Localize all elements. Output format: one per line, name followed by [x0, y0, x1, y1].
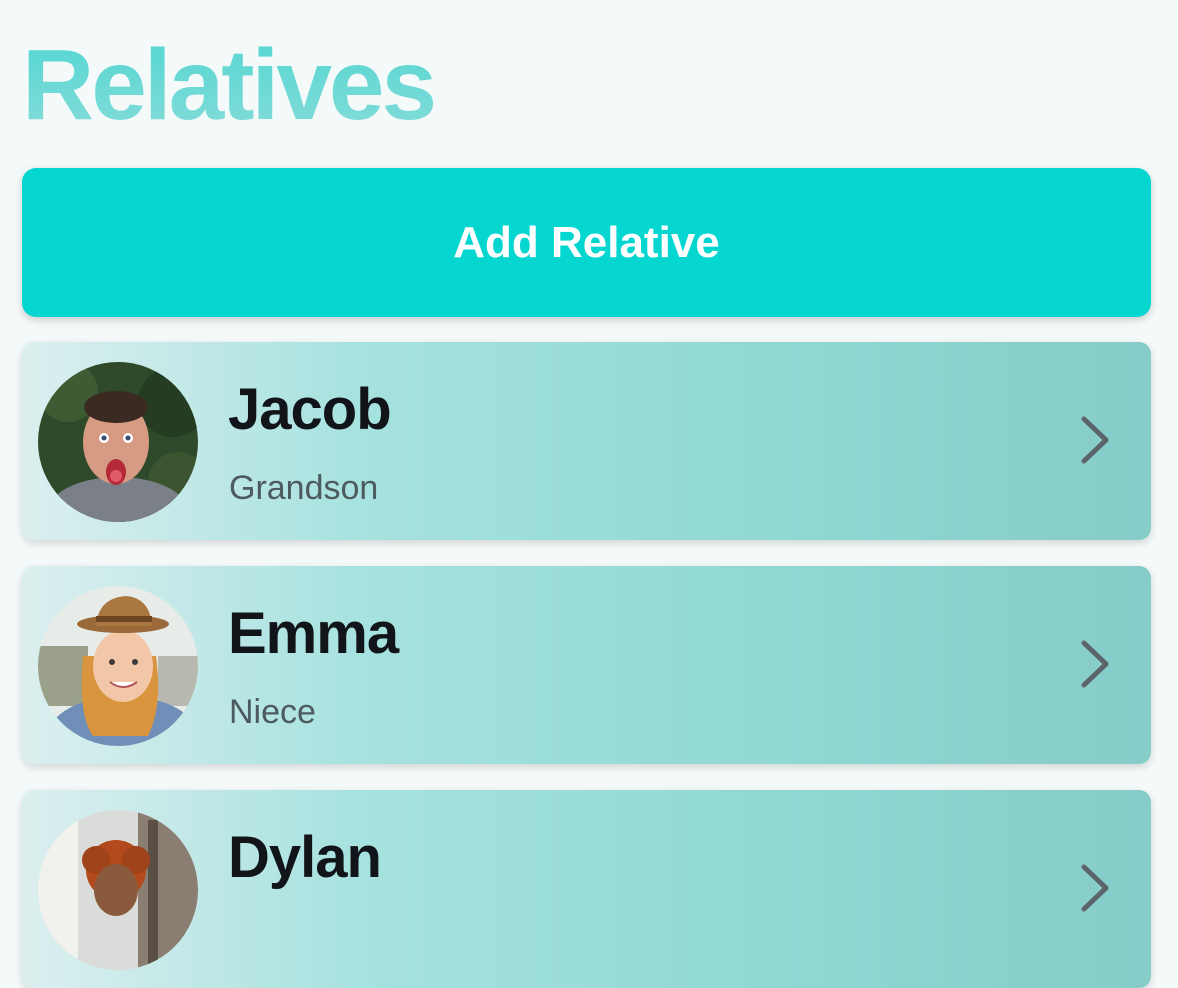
avatar — [38, 586, 198, 746]
chevron-right-icon — [1079, 638, 1111, 695]
chevron-right-icon — [1079, 414, 1111, 471]
relative-card-jacob[interactable]: Jacob Grandson — [22, 342, 1151, 540]
relative-name: Dylan — [228, 825, 382, 890]
avatar — [38, 362, 198, 522]
relative-card-emma[interactable]: Emma Niece — [22, 566, 1151, 764]
relative-relation: Grandson — [229, 469, 379, 507]
relative-card-dylan[interactable]: Dylan — [22, 790, 1151, 988]
relative-name: Jacob — [228, 377, 392, 442]
page-title: Relatives — [22, 29, 437, 141]
relative-relation: Niece — [229, 693, 316, 731]
avatar — [38, 810, 198, 970]
relative-name: Emma — [228, 601, 399, 666]
chevron-right-icon — [1079, 862, 1111, 919]
add-relative-button[interactable]: Add Relative — [22, 168, 1151, 317]
